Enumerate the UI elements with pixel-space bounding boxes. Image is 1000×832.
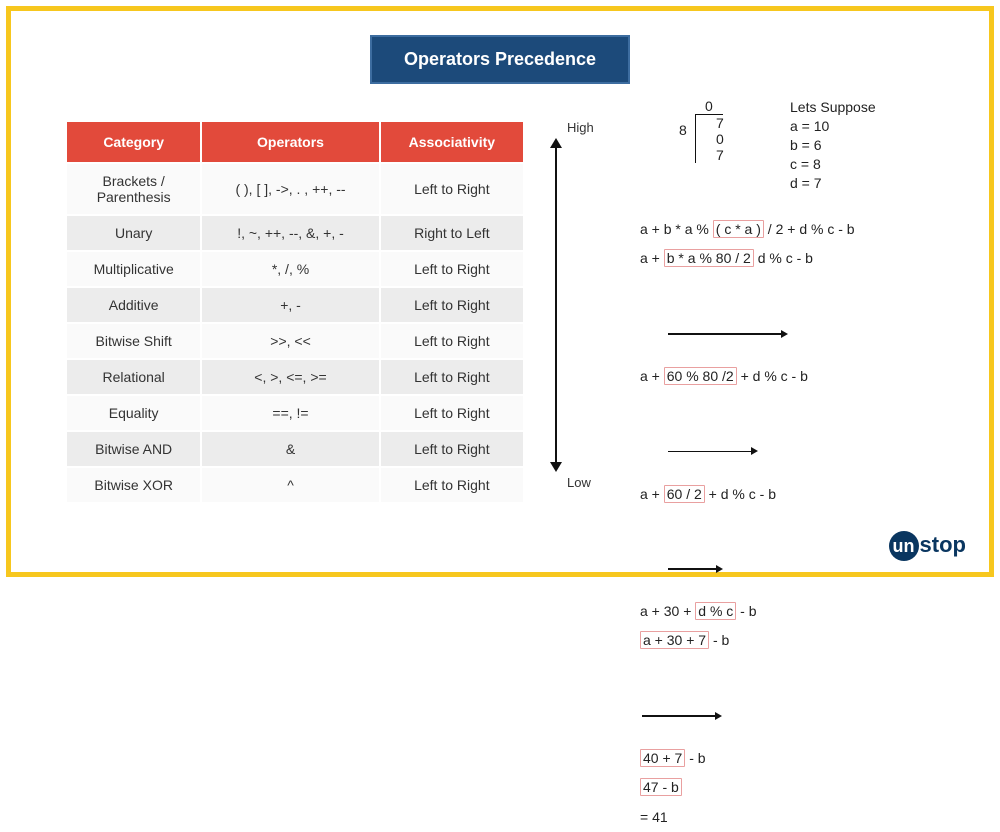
step-6: a + 30 + 7 - b <box>640 626 855 744</box>
cell-associativity: Left to Right <box>380 431 524 467</box>
highlight: ( c * a ) <box>713 220 764 238</box>
arrow-right-icon <box>781 330 788 338</box>
cell-associativity: Left to Right <box>380 251 524 287</box>
cell-associativity: Left to Right <box>380 323 524 359</box>
suppose-a: a = 10 <box>790 117 876 136</box>
cell-category: Unary <box>66 215 201 251</box>
step-2: a + b * a % 80 / 2 d % c - b <box>640 244 855 362</box>
precedence-axis: High Low <box>545 120 605 490</box>
cell-category: Brackets /Parenthesis <box>66 163 201 215</box>
table-row: Bitwise XOR^Left to Right <box>66 467 524 503</box>
logo-badge: un <box>889 531 919 561</box>
highlight: 47 - b <box>640 778 682 796</box>
step-1: a + b * a % ( c * a ) / 2 + d % c - b <box>640 215 855 244</box>
cell-category: Bitwise XOR <box>66 467 201 503</box>
cell-category: Bitwise AND <box>66 431 201 467</box>
step-8: 47 - b <box>640 773 855 802</box>
logo-text: stop <box>920 532 966 557</box>
highlight: b * a % 80 / 2 <box>664 249 754 267</box>
table-row: Brackets /Parenthesis( ), [ ], ->, . , +… <box>66 163 524 215</box>
cell-operators: !, ~, ++, --, &, +, - <box>201 215 379 251</box>
divline-1: 7 <box>706 115 734 131</box>
axis-label-high: High <box>567 120 594 135</box>
long-division: 8 0 7 0 7 <box>695 98 734 163</box>
step-7: 40 + 7 - b <box>640 744 855 773</box>
cell-operators: >>, << <box>201 323 379 359</box>
arrow-down-icon <box>550 462 562 472</box>
table-row: Relational<, >, <=, >=Left to Right <box>66 359 524 395</box>
table-row: Equality==, !=Left to Right <box>66 395 524 431</box>
col-operators: Operators <box>201 121 379 163</box>
cell-operators: ^ <box>201 467 379 503</box>
cell-associativity: Right to Left <box>380 215 524 251</box>
arrow-right-icon <box>751 447 758 455</box>
col-associativity: Associativity <box>380 121 524 163</box>
cell-operators: <, >, <=, >= <box>201 359 379 395</box>
divline-2: 0 <box>706 131 734 147</box>
suppose-c: c = 8 <box>790 155 876 174</box>
page-title: Operators Precedence <box>370 35 630 84</box>
brand-logo: unstop <box>889 531 966 561</box>
arrow-right-icon <box>715 712 722 720</box>
table-row: Additive+, -Left to Right <box>66 287 524 323</box>
table-body: Brackets /Parenthesis( ), [ ], ->, . , +… <box>66 163 524 503</box>
arrow-right-icon <box>716 565 723 573</box>
suppose-d: d = 7 <box>790 174 876 193</box>
highlight: 60 % 80 /2 <box>664 367 737 385</box>
suppose-title: Lets Suppose <box>790 98 876 117</box>
table-row: Bitwise Shift>>, <<Left to Right <box>66 323 524 359</box>
suppose-b: b = 6 <box>790 136 876 155</box>
cell-associativity: Left to Right <box>380 395 524 431</box>
cell-category: Additive <box>66 287 201 323</box>
divisor: 8 <box>679 122 687 138</box>
cell-operators: ==, != <box>201 395 379 431</box>
cell-operators: *, /, % <box>201 251 379 287</box>
step-4: a + 60 / 2 + d % c - b <box>640 480 855 598</box>
highlight: d % c <box>695 602 736 620</box>
precedence-table: Category Operators Associativity Bracket… <box>65 120 525 504</box>
table-row: Multiplicative*, /, %Left to Right <box>66 251 524 287</box>
cell-associativity: Left to Right <box>380 467 524 503</box>
table-header-row: Category Operators Associativity <box>66 121 524 163</box>
axis-line <box>555 145 557 465</box>
axis-label-low: Low <box>567 475 591 490</box>
col-category: Category <box>66 121 201 163</box>
cell-category: Bitwise Shift <box>66 323 201 359</box>
step-9: = 41 <box>640 803 855 832</box>
divline-3: 7 <box>706 147 734 163</box>
suppose-block: Lets Suppose a = 10 b = 6 c = 8 d = 7 <box>790 98 876 192</box>
cell-category: Relational <box>66 359 201 395</box>
table-row: Unary!, ~, ++, --, &, +, -Right to Left <box>66 215 524 251</box>
highlight: a + 30 + 7 <box>640 631 709 649</box>
highlight: 40 + 7 <box>640 749 685 767</box>
cell-associativity: Left to Right <box>380 359 524 395</box>
cell-operators: ( ), [ ], ->, . , ++, -- <box>201 163 379 215</box>
step-5: a + 30 + d % c - b <box>640 597 855 626</box>
cell-category: Multiplicative <box>66 251 201 287</box>
cell-associativity: Left to Right <box>380 287 524 323</box>
cell-associativity: Left to Right <box>380 163 524 215</box>
highlight: 60 / 2 <box>664 485 705 503</box>
evaluation-steps: a + b * a % ( c * a ) / 2 + d % c - b a … <box>640 215 855 832</box>
step-3: a + 60 % 80 /2 + d % c - b <box>640 362 855 480</box>
cell-operators: +, - <box>201 287 379 323</box>
quotient: 0 <box>695 98 723 115</box>
cell-category: Equality <box>66 395 201 431</box>
cell-operators: & <box>201 431 379 467</box>
table-row: Bitwise AND&Left to Right <box>66 431 524 467</box>
